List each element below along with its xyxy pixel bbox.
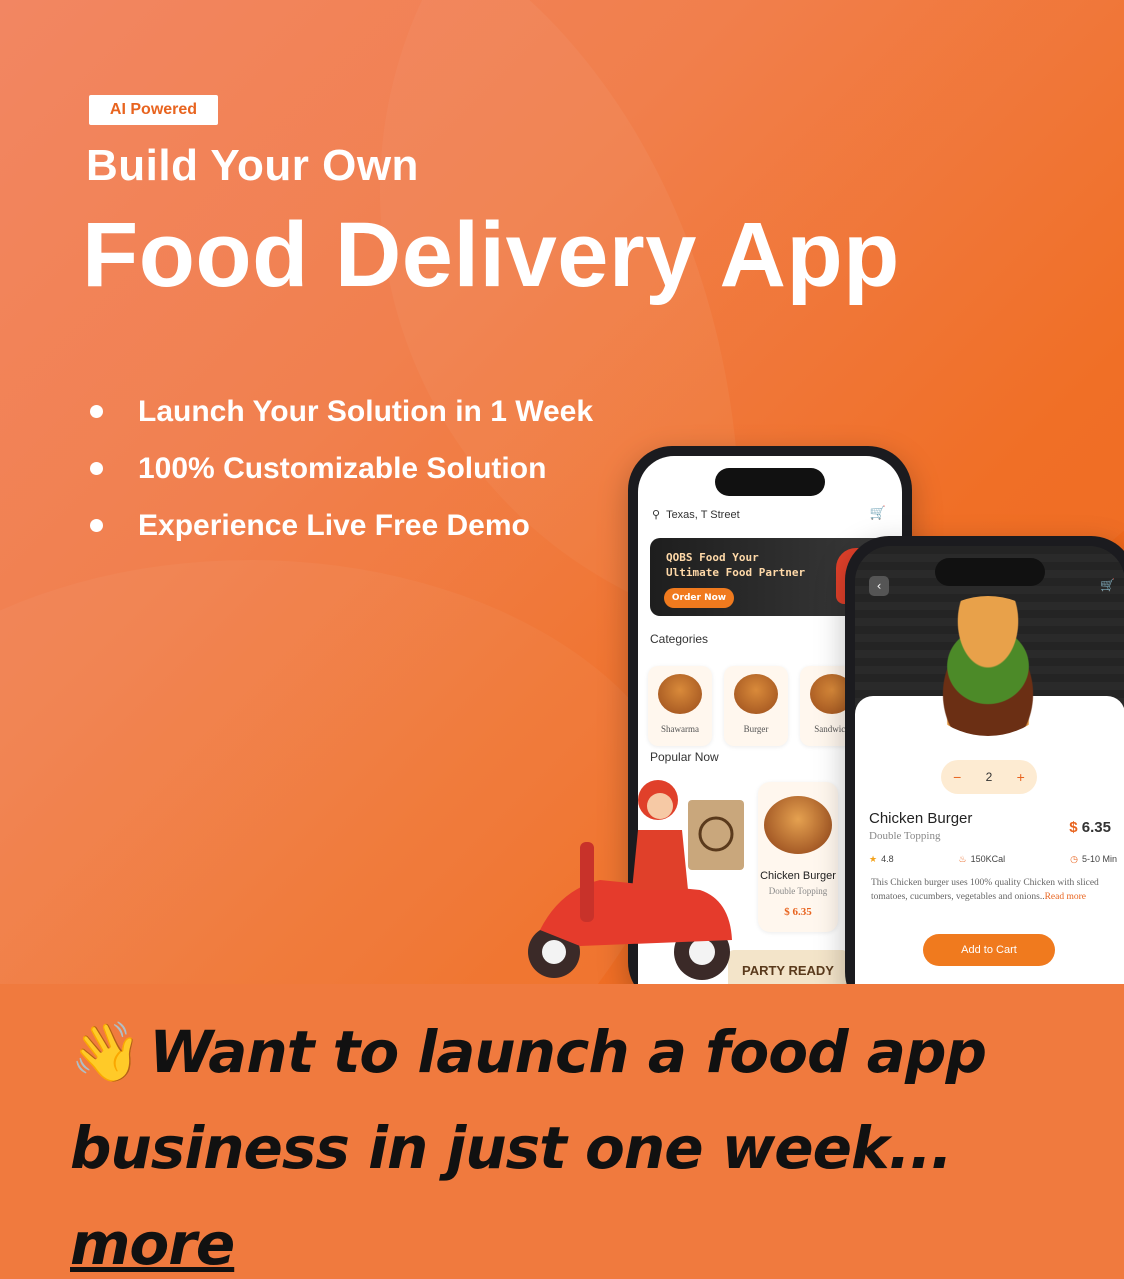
read-more-link: Read more [1044, 892, 1087, 902]
quantity-stepper: − 2 + [941, 760, 1037, 794]
timer-icon: ◷ [1070, 854, 1078, 864]
category-card: Burger [724, 666, 788, 746]
product-name: Chicken Burger [869, 810, 973, 827]
order-now-button: Order Now [664, 588, 734, 608]
star-icon: ★ [869, 854, 878, 864]
bullet-icon [90, 519, 103, 532]
add-to-cart-button: Add to Cart [923, 934, 1055, 966]
rider-face [647, 793, 673, 819]
cart-icon: 🛒 [869, 506, 886, 521]
phone-detail-screen: ‹ 🛒 − 2 + Chicken Burger Double Topping … [855, 546, 1124, 984]
bullet-icon [90, 462, 103, 475]
feature-item: Experience Live Free Demo [86, 497, 593, 554]
shawarma-image [658, 674, 702, 714]
delivery-bag [688, 800, 744, 870]
banner-subtitle: Build Your Own [86, 141, 419, 190]
product-subtitle: Double Topping [869, 830, 941, 842]
plus-icon: + [1016, 769, 1025, 785]
fire-icon: ♨ [958, 854, 967, 864]
calorie-stat: ♨ 150KCal [958, 854, 1006, 864]
category-card: Shawarma [648, 666, 712, 746]
feature-item: 100% Customizable Solution [86, 440, 593, 497]
product-price: $ 6.35 [1069, 819, 1111, 836]
phone-notch [715, 468, 825, 496]
categories-title: Categories [650, 632, 709, 646]
promo-banner: AI Powered Build Your Own Food Delivery … [0, 0, 1124, 984]
minus-icon: − [953, 769, 962, 785]
scooter-hub [542, 940, 566, 964]
rating-stat: ★ 4.8 [869, 854, 894, 864]
scooter-handle [580, 842, 594, 922]
time-stat: ◷ 5-10 Min [1070, 854, 1117, 864]
burger-image [734, 674, 778, 714]
bullet-icon [90, 405, 103, 418]
feature-item: Launch Your Solution in 1 Week [86, 383, 593, 440]
rider-body [632, 830, 688, 890]
location-row: ⚲ Texas, T Street [652, 508, 740, 522]
promo-card-text: QOBS Food Your Ultimate Food Partner [666, 551, 806, 579]
phone-detail-mockup: ‹ 🛒 − 2 + Chicken Burger Double Topping … [845, 536, 1124, 984]
quantity-value: 2 [985, 770, 993, 784]
popular-item-card: Chicken Burger Double Topping $ 6.35 [758, 782, 838, 932]
post-caption: 👋 Want to launch a food app business in j… [0, 984, 1124, 1279]
caption-text: 👋 Want to launch a food app business in j… [70, 1004, 1054, 1279]
back-arrow-icon: ‹ [869, 576, 889, 596]
feature-list: Launch Your Solution in 1 Week 100% Cust… [86, 383, 593, 554]
product-stats: ★ 4.8 ♨ 150KCal ◷ 5-10 Min [869, 854, 1117, 865]
banner-title: Food Delivery App [82, 204, 900, 306]
phone-notch [935, 558, 1045, 586]
popular-title: Popular Now [650, 750, 719, 764]
waving-hand-icon: 👋 [70, 1018, 142, 1086]
chicken-burger-image [764, 796, 832, 854]
ai-powered-badge: AI Powered [89, 95, 218, 125]
more-link[interactable]: more [70, 1210, 235, 1278]
location-pin-icon: ⚲ [652, 509, 661, 521]
cart-icon: 🛒 [1100, 578, 1115, 592]
scooter-hub [689, 939, 715, 965]
burger-image [913, 596, 1063, 736]
product-description: This Chicken burger uses 100% quality Ch… [871, 878, 1099, 902]
delivery-scooter-illustration [528, 780, 744, 980]
